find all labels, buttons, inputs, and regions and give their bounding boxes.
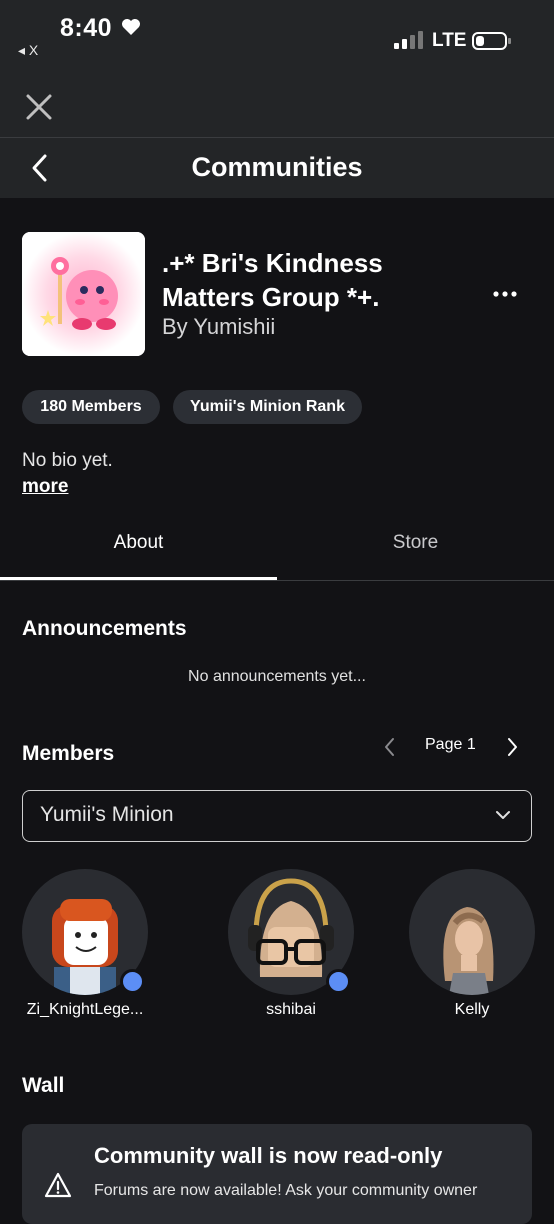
member-name[interactable]: Zi_KnightLege... xyxy=(15,1001,155,1019)
page-indicator: Page 1 xyxy=(425,736,476,753)
group-owner[interactable]: By Yumishii xyxy=(162,314,275,340)
member-avatar[interactable] xyxy=(409,869,535,995)
divider xyxy=(0,580,554,581)
announcements-empty: No announcements yet... xyxy=(188,668,366,685)
more-options-icon[interactable] xyxy=(490,282,520,306)
network-type: LTE xyxy=(432,30,467,51)
chevron-left-icon[interactable] xyxy=(380,736,400,758)
warning-icon xyxy=(44,1172,72,1198)
wall-notice-title: Community wall is now read-only xyxy=(94,1143,443,1168)
wall-notice-text: Forums are now available! Ask your commu… xyxy=(94,1182,478,1199)
online-indicator xyxy=(326,969,351,994)
tab-store[interactable]: Store xyxy=(277,532,554,554)
page-title: Communities xyxy=(191,152,363,182)
wall-title: Wall xyxy=(22,1074,65,1097)
rank-dropdown-value: Yumii's Minion xyxy=(40,803,174,826)
member-name[interactable]: Kelly xyxy=(402,1001,542,1019)
online-indicator xyxy=(120,969,145,994)
close-bar xyxy=(0,76,554,137)
member-name[interactable]: sshibai xyxy=(221,1001,361,1019)
close-icon[interactable] xyxy=(24,92,54,122)
chevron-down-icon xyxy=(496,811,510,819)
battery-icon xyxy=(472,32,511,50)
tab-about[interactable]: About xyxy=(0,532,277,554)
announcements-title: Announcements xyxy=(22,617,187,640)
more-link[interactable]: more xyxy=(22,476,68,498)
members-count-pill[interactable]: 180 Members xyxy=(22,390,160,424)
chevron-right-icon[interactable] xyxy=(502,736,522,758)
group-name: .+* Bri's Kindness Matters Group *+. xyxy=(162,248,383,312)
group-bio: No bio yet. xyxy=(22,450,113,471)
status-time: 8:40 xyxy=(60,14,113,42)
wall-notice-card xyxy=(22,1124,532,1224)
signal-strength-icon xyxy=(394,31,423,49)
back-to-app-link[interactable]: ◂ X xyxy=(18,42,38,59)
group-thumbnail xyxy=(22,232,145,356)
members-title: Members xyxy=(22,742,115,765)
rank-pill[interactable]: Yumii's Minion Rank xyxy=(173,390,362,424)
heart-icon xyxy=(122,19,140,35)
